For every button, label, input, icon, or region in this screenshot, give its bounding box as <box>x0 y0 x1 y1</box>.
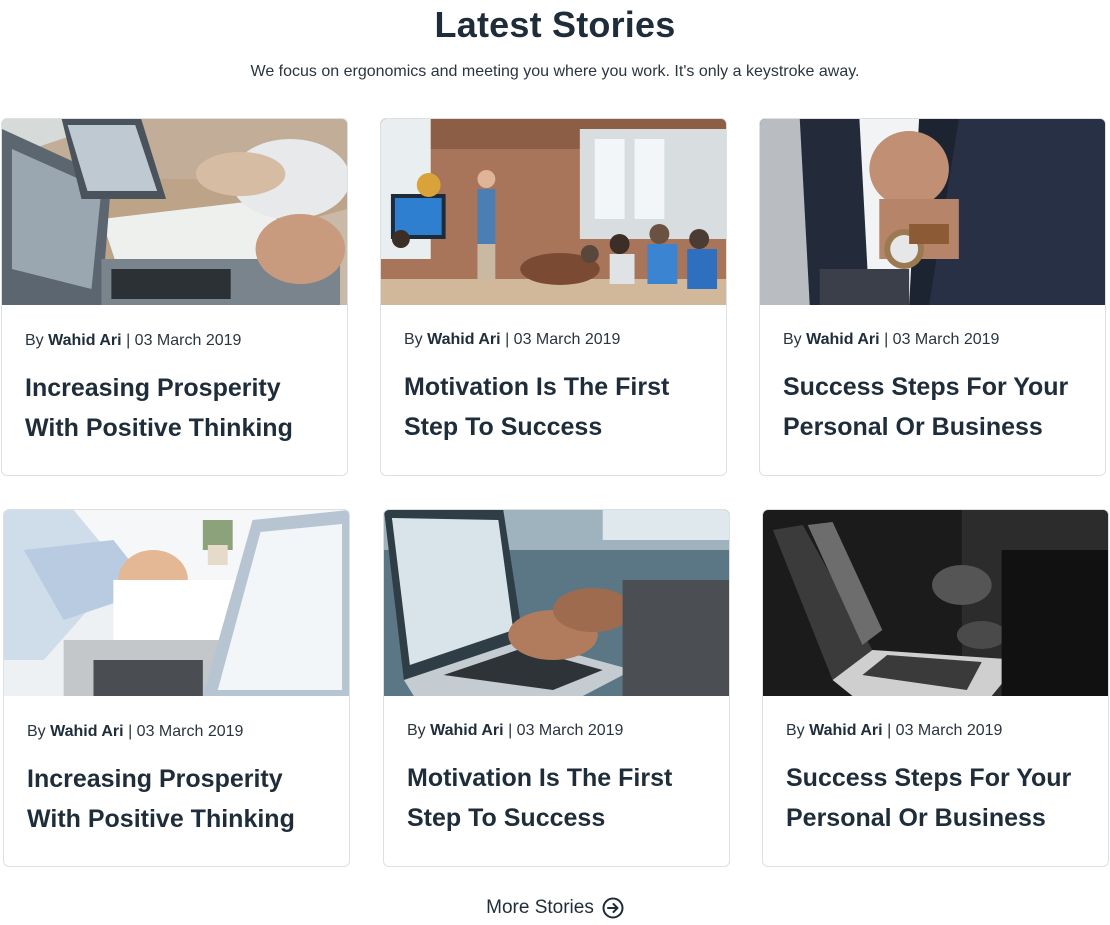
story-image-typing-laptop[interactable] <box>384 510 729 696</box>
byline-prefix: By <box>783 331 802 348</box>
publish-date: 03 March 2019 <box>136 723 244 740</box>
more-stories-link[interactable]: More Stories <box>0 897 1110 919</box>
meta-separator: | <box>508 722 513 739</box>
story-title[interactable]: Success Steps For Your Personal Or Busin… <box>783 367 1088 447</box>
story-meta: By Wahid Ari | 03 March 2019 <box>404 331 620 349</box>
author-name[interactable]: Wahid Ari <box>809 722 882 739</box>
page-subtitle: We focus on ergonomics and meeting you w… <box>250 63 860 80</box>
meta-separator: | <box>128 723 133 740</box>
author-name[interactable]: Wahid Ari <box>430 722 503 739</box>
story-image-office-desk[interactable] <box>2 119 347 305</box>
byline-prefix: By <box>404 331 423 348</box>
story-card[interactable]: By Wahid Ari | 03 March 2019 Motivation … <box>380 118 727 476</box>
story-card[interactable]: By Wahid Ari | 03 March 2019 Success Ste… <box>762 509 1109 867</box>
story-title[interactable]: Motivation Is The First Step To Success <box>407 758 712 838</box>
story-meta: By Wahid Ari | 03 March 2019 <box>25 332 241 350</box>
publish-date: 03 March 2019 <box>513 331 621 348</box>
story-meta: By Wahid Ari | 03 March 2019 <box>27 723 243 741</box>
story-image-monochrome-laptop[interactable] <box>763 510 1108 696</box>
byline-prefix: By <box>25 332 44 349</box>
story-image-conference[interactable] <box>381 119 726 305</box>
story-meta: By Wahid Ari | 03 March 2019 <box>407 722 623 740</box>
meta-separator: | <box>505 331 510 348</box>
story-meta: By Wahid Ari | 03 March 2019 <box>786 722 1002 740</box>
story-title[interactable]: Success Steps For Your Personal Or Busin… <box>786 758 1091 838</box>
byline-prefix: By <box>27 723 46 740</box>
story-image-laptop-notebook[interactable] <box>4 510 349 696</box>
page-title: Latest Stories <box>434 4 676 45</box>
publish-date: 03 March 2019 <box>895 722 1003 739</box>
author-name[interactable]: Wahid Ari <box>50 723 123 740</box>
publish-date: 03 March 2019 <box>892 331 1000 348</box>
story-image-businessman[interactable] <box>760 119 1105 305</box>
meta-separator: | <box>884 331 889 348</box>
author-name[interactable]: Wahid Ari <box>427 331 500 348</box>
meta-separator: | <box>887 722 892 739</box>
meta-separator: | <box>126 332 131 349</box>
arrow-right-circle-icon <box>602 897 624 919</box>
more-stories-label: More Stories <box>486 897 594 918</box>
author-name[interactable]: Wahid Ari <box>806 331 879 348</box>
publish-date: 03 March 2019 <box>134 332 242 349</box>
publish-date: 03 March 2019 <box>516 722 624 739</box>
story-card[interactable]: By Wahid Ari | 03 March 2019 Increasing … <box>1 118 348 476</box>
byline-prefix: By <box>786 722 805 739</box>
story-card[interactable]: By Wahid Ari | 03 March 2019 Increasing … <box>3 509 350 867</box>
story-title[interactable]: Increasing Prosperity With Positive Thin… <box>25 368 330 448</box>
author-name[interactable]: Wahid Ari <box>48 332 121 349</box>
story-meta: By Wahid Ari | 03 March 2019 <box>783 331 999 349</box>
byline-prefix: By <box>407 722 426 739</box>
story-card[interactable]: By Wahid Ari | 03 March 2019 Success Ste… <box>759 118 1106 476</box>
story-title[interactable]: Motivation Is The First Step To Success <box>404 367 709 447</box>
story-card[interactable]: By Wahid Ari | 03 March 2019 Motivation … <box>383 509 730 867</box>
story-title[interactable]: Increasing Prosperity With Positive Thin… <box>27 759 332 839</box>
